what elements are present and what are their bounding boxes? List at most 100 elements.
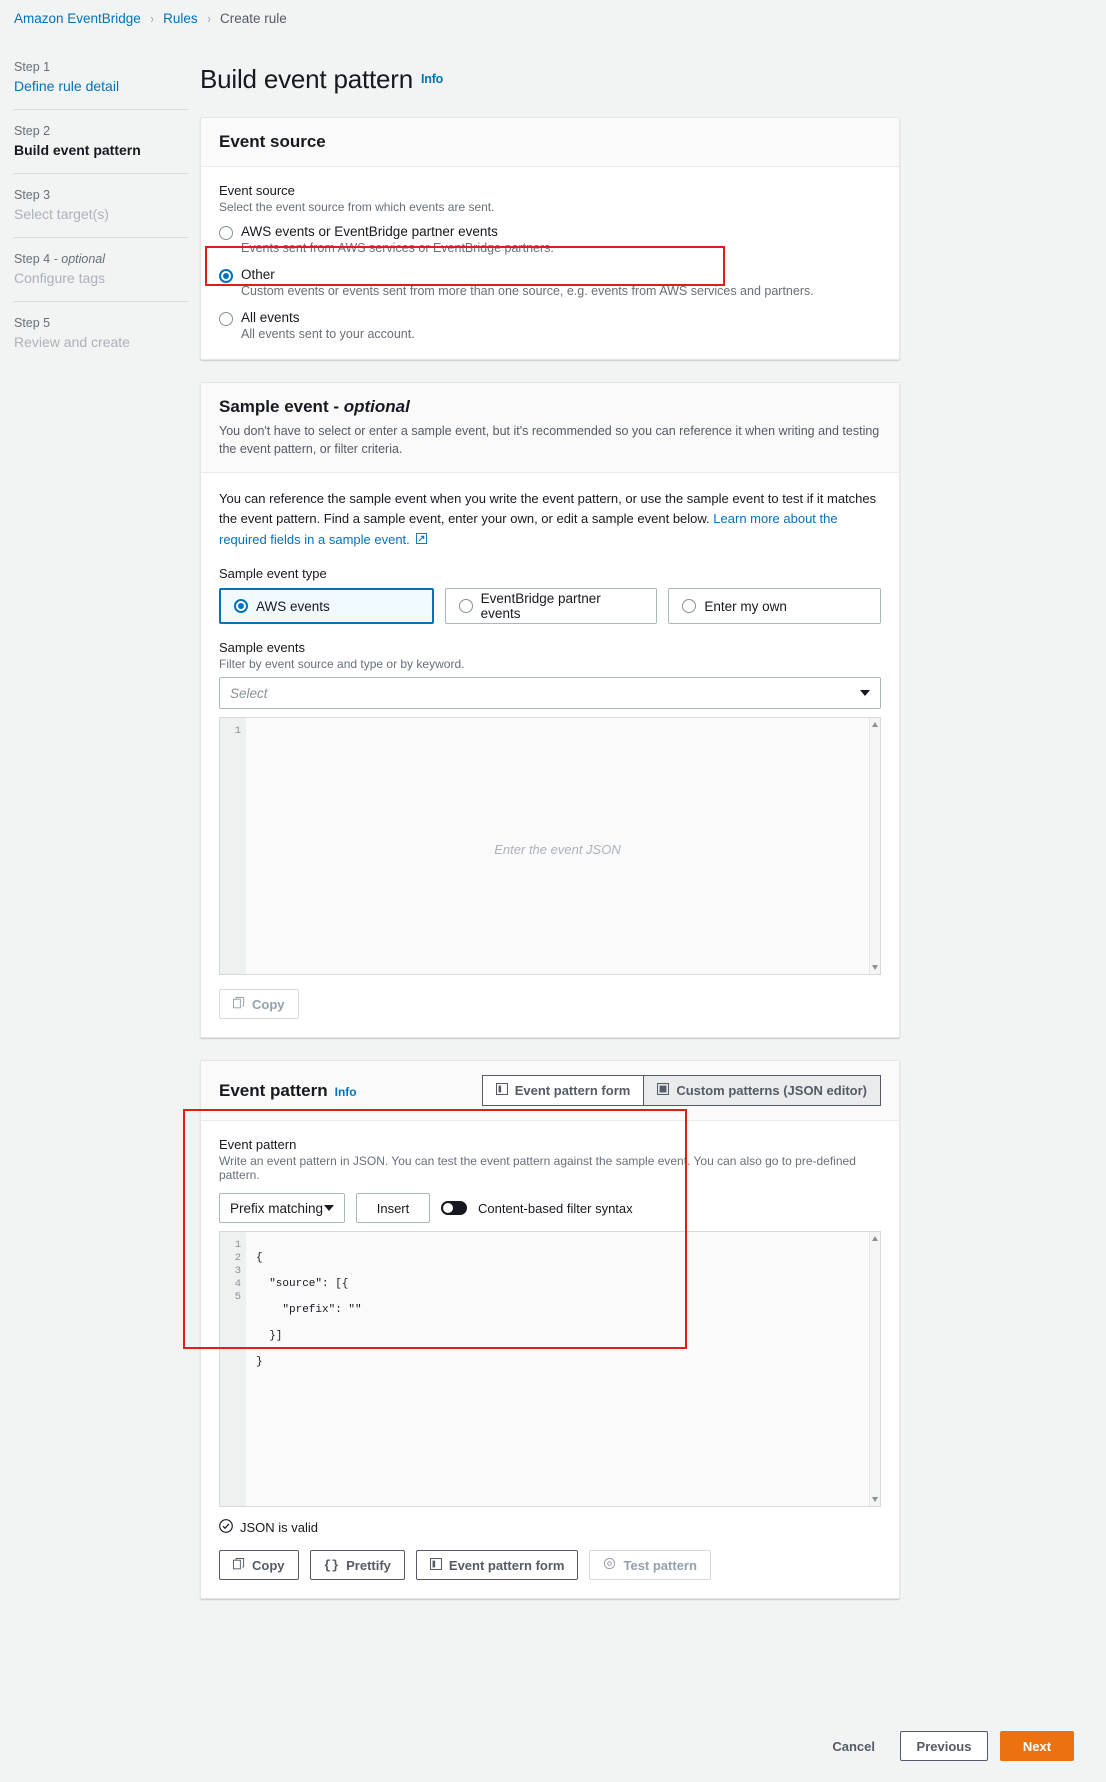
json-editor-icon: [657, 1083, 670, 1098]
event-pattern-copy-label: Copy: [252, 1557, 285, 1573]
breadcrumb-separator-icon: ›: [207, 10, 211, 26]
radio-aws-events-description: Events sent from AWS services or EventBr…: [241, 241, 554, 255]
tile-enter-my-own[interactable]: Enter my own: [668, 588, 882, 625]
event-pattern-editor-area[interactable]: { "source": [{ "prefix": "" }] }: [246, 1232, 869, 1506]
scroll-down-icon[interactable]: [872, 965, 878, 971]
cancel-button[interactable]: Cancel: [819, 1731, 888, 1761]
breadcrumb-item-eventbridge[interactable]: Amazon EventBridge: [14, 11, 141, 26]
sample-event-card-description: You don't have to select or enter a samp…: [219, 424, 880, 457]
event-pattern-card-header: Event pattern Info Event pattern form Cus…: [201, 1061, 899, 1122]
tile-eventbridge-partner-events[interactable]: EventBridge partner events: [444, 588, 658, 625]
radio-other-label: Other: [241, 267, 275, 282]
radio-all-events-description: All events sent to your account.: [241, 327, 415, 341]
check-circle-icon: [219, 1519, 233, 1536]
page-info-link[interactable]: Info: [421, 72, 443, 86]
radio-all-events[interactable]: All events All events sent to your accou…: [219, 310, 881, 341]
sidebar-step-3-label: Select target(s): [14, 206, 109, 222]
sample-event-editor-gutter: 1: [220, 718, 246, 975]
breadcrumb-separator-icon: ›: [150, 10, 154, 26]
sample-event-editor-area[interactable]: Enter the event JSON: [246, 718, 869, 974]
copy-icon: [233, 996, 245, 1012]
event-pattern-actions: Copy {} Prettify Event pattern form Test…: [219, 1550, 881, 1581]
sidebar-step-2[interactable]: Step 2 Build event pattern: [14, 109, 188, 173]
event-pattern-editor-scrollbar[interactable]: [869, 1232, 880, 1507]
previous-button[interactable]: Previous: [900, 1731, 988, 1761]
sample-event-actions: Copy: [219, 989, 881, 1020]
sample-event-editor-scrollbar[interactable]: [869, 718, 880, 975]
radio-icon[interactable]: [219, 312, 233, 326]
scroll-up-icon[interactable]: [872, 722, 878, 728]
event-pattern-form-button[interactable]: Event pattern form: [415, 1550, 579, 1581]
next-button[interactable]: Next: [1000, 1731, 1074, 1761]
event-pattern-editor-gutter: 1 2 3 4 5: [220, 1232, 246, 1507]
sidebar-step-1[interactable]: Step 1 Define rule detail: [14, 60, 188, 109]
prettify-button-label: Prettify: [346, 1557, 391, 1573]
sample-event-card-body: You can reference the sample event when …: [201, 473, 899, 1037]
radio-other[interactable]: Other Custom events or events sent from …: [219, 267, 881, 298]
event-pattern-info-link[interactable]: Info: [335, 1085, 357, 1099]
radio-aws-events[interactable]: AWS events or EventBridge partner events…: [219, 224, 881, 255]
sample-event-json-editor[interactable]: 1 Enter the event JSON: [219, 717, 881, 976]
radio-other-description: Custom events or events sent from more t…: [241, 284, 814, 298]
prettify-button[interactable]: {} Prettify: [309, 1550, 405, 1581]
content-based-filter-toggle[interactable]: [441, 1201, 467, 1216]
radio-icon[interactable]: [234, 599, 248, 614]
tab-event-pattern-form[interactable]: Event pattern form: [481, 1075, 645, 1107]
code-line: "prefix": "": [256, 1304, 362, 1317]
sidebar-step-5: Step 5 Review and create: [14, 301, 188, 365]
main-content: Build event pattern Info Event source Eve…: [183, 28, 900, 1621]
event-pattern-copy-button[interactable]: Copy: [219, 1550, 299, 1581]
tab-custom-patterns-json-editor-label: Custom patterns (JSON editor): [676, 1083, 867, 1099]
sample-event-type-tiles: AWS events EventBridge partner events En…: [219, 588, 882, 625]
copy-icon: [233, 1557, 245, 1573]
sample-events-select[interactable]: Select: [219, 677, 881, 710]
code-line: }]: [256, 1330, 283, 1343]
event-source-card-title: Event source: [219, 132, 326, 151]
sample-event-editor-placeholder: Enter the event JSON: [494, 842, 621, 858]
code-line: }: [256, 1356, 263, 1369]
sample-event-card: Sample event - optional You don't have t…: [200, 382, 900, 1039]
event-pattern-card-title: Event pattern Info: [219, 1080, 357, 1100]
matcher-select[interactable]: Prefix matching: [219, 1193, 345, 1224]
radio-icon[interactable]: [682, 599, 697, 614]
event-pattern-toolbar: Prefix matching Insert Content-based fil…: [219, 1193, 881, 1224]
tile-eventbridge-partner-events-label: EventBridge partner events: [480, 591, 601, 622]
breadcrumb-item-rules[interactable]: Rules: [163, 11, 198, 26]
sidebar-step-1-label[interactable]: Define rule detail: [14, 78, 188, 94]
event-pattern-card-body: Event pattern Write an event pattern in …: [183, 1109, 899, 1598]
matcher-select-value: Prefix matching: [230, 1200, 324, 1216]
event-source-card-header: Event source: [201, 118, 899, 167]
sidebar-step-4-label: Configure tags: [14, 270, 106, 286]
radio-icon[interactable]: [219, 226, 233, 240]
sidebar-step-5-label: Review and create: [14, 334, 130, 350]
radio-icon[interactable]: [458, 599, 473, 614]
event-pattern-field-label: Event pattern: [219, 1137, 297, 1153]
sidebar-step-5-number: Step 5: [14, 316, 51, 330]
tab-custom-patterns-json-editor[interactable]: Custom patterns (JSON editor): [644, 1075, 881, 1107]
radio-aws-events-label: AWS events or EventBridge partner events: [241, 224, 498, 239]
sample-events-select-value: Select: [230, 685, 268, 701]
wizard-footer: Cancel Previous Next: [0, 1710, 1106, 1782]
sample-events-hint: Filter by event source and type or by ke…: [219, 657, 465, 672]
sample-event-copy-button[interactable]: Copy: [219, 989, 299, 1020]
event-source-field-hint: Select the event source from which event…: [219, 200, 495, 214]
event-pattern-mode-tabs: Event pattern form Custom patterns (JSON…: [481, 1075, 881, 1107]
tile-aws-events[interactable]: AWS events: [219, 588, 434, 625]
pattern-form-icon: [429, 1557, 442, 1573]
json-validity-label: JSON is valid: [240, 1520, 319, 1536]
event-source-card-body: Event source Select the event source fro…: [201, 167, 899, 359]
scroll-down-icon[interactable]: [872, 1497, 878, 1503]
insert-button[interactable]: Insert: [356, 1193, 430, 1224]
scroll-up-icon[interactable]: [872, 1236, 878, 1242]
chevron-down-icon: [860, 690, 870, 697]
radio-icon[interactable]: [219, 269, 233, 283]
sidebar-step-1-number: Step 1: [14, 60, 51, 74]
chevron-down-icon: [324, 1205, 334, 1212]
sample-event-card-header: Sample event - optional You don't have t…: [201, 383, 899, 474]
cancel-button-label: Cancel: [832, 1738, 875, 1754]
code-line: "source": [{: [256, 1278, 349, 1291]
external-link-icon: [416, 530, 428, 550]
sidebar-step-4-number: Step 4 - optional: [14, 252, 106, 266]
page-title: Build event pattern Info: [200, 64, 444, 94]
event-pattern-json-editor[interactable]: 1 2 3 4 5 { "source": [{ "prefix": "" }]…: [219, 1231, 881, 1508]
